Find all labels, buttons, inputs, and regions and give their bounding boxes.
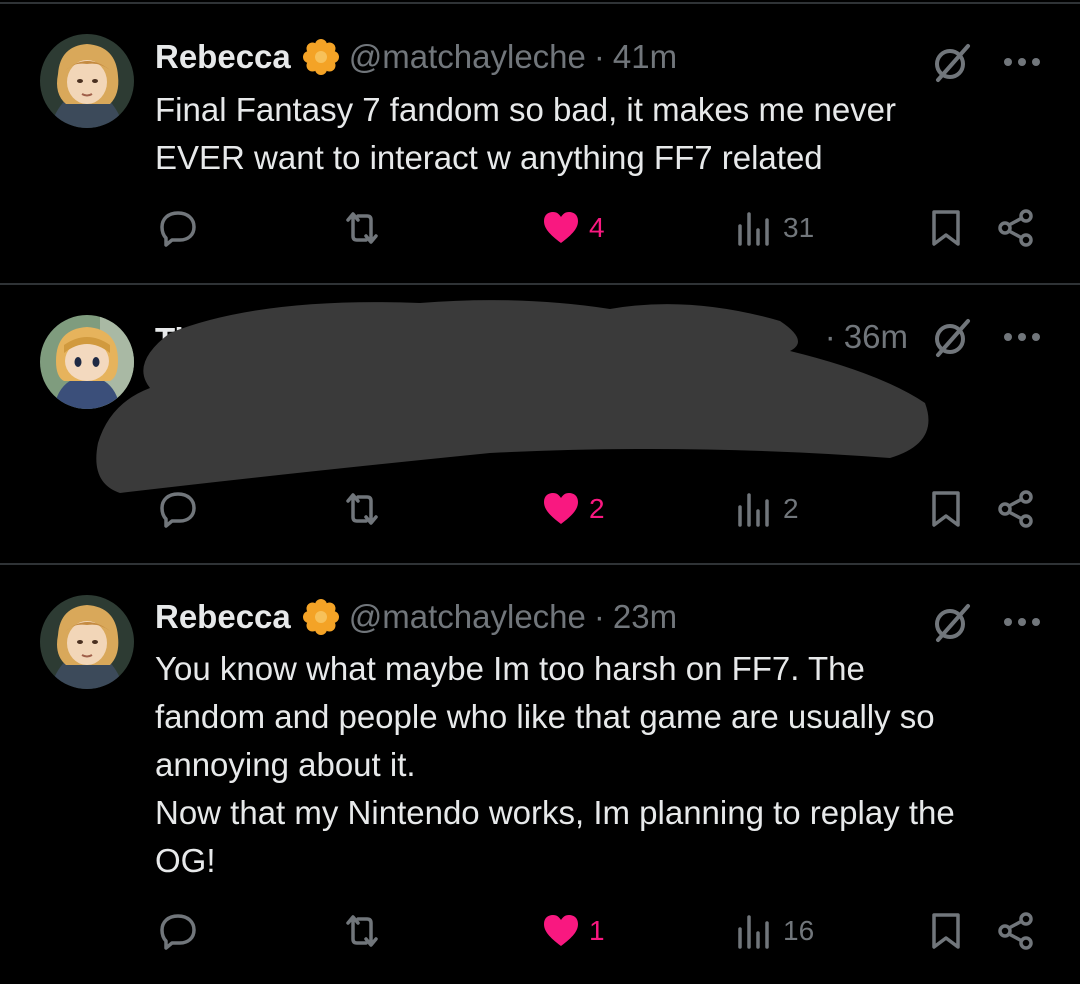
timestamp[interactable]: 23m bbox=[613, 598, 677, 636]
display-name[interactable]: Rebecca bbox=[155, 38, 291, 76]
share-button[interactable] bbox=[996, 208, 1036, 248]
verified-badge-icon[interactable] bbox=[302, 39, 339, 75]
share-icon bbox=[998, 209, 1033, 247]
display-name[interactable]: Rebecca bbox=[155, 598, 291, 636]
bookmark-icon bbox=[932, 491, 960, 527]
views-button[interactable]: 16 bbox=[735, 911, 814, 951]
view-count: 2 bbox=[783, 493, 799, 524]
reply-icon bbox=[160, 211, 196, 247]
action-bar: 4 31 bbox=[0, 208, 1080, 258]
action-bar: 2 2 bbox=[0, 489, 1080, 539]
share-icon bbox=[998, 912, 1033, 950]
timestamp[interactable]: 41m bbox=[613, 38, 677, 76]
bookmark-button[interactable] bbox=[926, 489, 966, 529]
tweet[interactable]: Ti · 36m 2 bbox=[0, 285, 1080, 563]
retweet-icon bbox=[346, 915, 378, 947]
retweet-icon bbox=[346, 212, 378, 244]
like-button[interactable]: 1 bbox=[541, 911, 605, 951]
views-button[interactable]: 31 bbox=[735, 208, 814, 248]
like-count: 1 bbox=[589, 915, 605, 946]
heart-icon bbox=[544, 915, 578, 946]
views-icon bbox=[738, 493, 769, 527]
more-icon[interactable] bbox=[1000, 612, 1044, 632]
retweet-button[interactable] bbox=[342, 911, 382, 951]
heart-icon bbox=[544, 212, 578, 243]
tweet-header: Rebecca @matchayleche · 41m bbox=[155, 32, 677, 82]
separator: · bbox=[593, 38, 605, 75]
tweet-text: You know what maybe Im too harsh on FF7.… bbox=[155, 650, 955, 879]
heart-icon bbox=[544, 493, 578, 524]
tweet-top-actions bbox=[930, 600, 1044, 644]
more-icon[interactable] bbox=[1000, 52, 1044, 72]
share-button[interactable] bbox=[996, 489, 1036, 529]
verified-badge-icon[interactable] bbox=[302, 599, 339, 635]
bookmark-icon bbox=[932, 913, 960, 949]
retweet-button[interactable] bbox=[342, 489, 382, 529]
view-count: 16 bbox=[783, 915, 815, 946]
bookmark-button[interactable] bbox=[926, 911, 966, 951]
retweet-button[interactable] bbox=[342, 208, 382, 248]
like-button[interactable]: 2 bbox=[541, 489, 605, 529]
avatar[interactable] bbox=[40, 34, 134, 128]
tweet-top-actions bbox=[930, 40, 1044, 84]
bookmark-button[interactable] bbox=[926, 208, 966, 248]
view-count: 31 bbox=[783, 212, 815, 243]
tweet-text: Final Fantasy 7 fandom so bad, it makes … bbox=[155, 91, 897, 176]
like-button[interactable]: 4 bbox=[541, 208, 605, 248]
retweet-icon bbox=[346, 493, 378, 525]
redaction-overlay bbox=[96, 300, 929, 493]
reply-button[interactable] bbox=[158, 911, 198, 951]
avatar[interactable] bbox=[40, 595, 134, 689]
handle[interactable]: @matchayleche bbox=[349, 598, 586, 636]
more-icon[interactable] bbox=[1000, 327, 1044, 347]
share-button[interactable] bbox=[996, 911, 1036, 951]
views-icon bbox=[738, 212, 769, 246]
views-icon bbox=[738, 915, 769, 949]
tweet-header: Rebecca @matchayleche · 23m bbox=[155, 592, 677, 642]
reply-button[interactable] bbox=[158, 489, 198, 529]
reply-icon bbox=[160, 492, 196, 528]
action-bar: 1 16 bbox=[0, 911, 1080, 961]
bookmark-icon bbox=[932, 210, 960, 246]
views-button[interactable]: 2 bbox=[735, 489, 799, 529]
grok-icon[interactable] bbox=[930, 600, 974, 644]
tweet[interactable]: Rebecca @matchayleche · 23m You know wha… bbox=[0, 565, 1080, 984]
like-count: 2 bbox=[589, 493, 605, 524]
reply-button[interactable] bbox=[158, 208, 198, 248]
reply-icon bbox=[160, 914, 196, 950]
grok-icon[interactable] bbox=[930, 40, 974, 84]
handle[interactable]: @matchayleche bbox=[349, 38, 586, 76]
share-icon bbox=[998, 490, 1033, 528]
separator: · bbox=[593, 598, 605, 635]
tweet[interactable]: Rebecca @matchayleche · 41m Final Fantas… bbox=[0, 0, 1080, 282]
like-count: 4 bbox=[589, 212, 605, 243]
